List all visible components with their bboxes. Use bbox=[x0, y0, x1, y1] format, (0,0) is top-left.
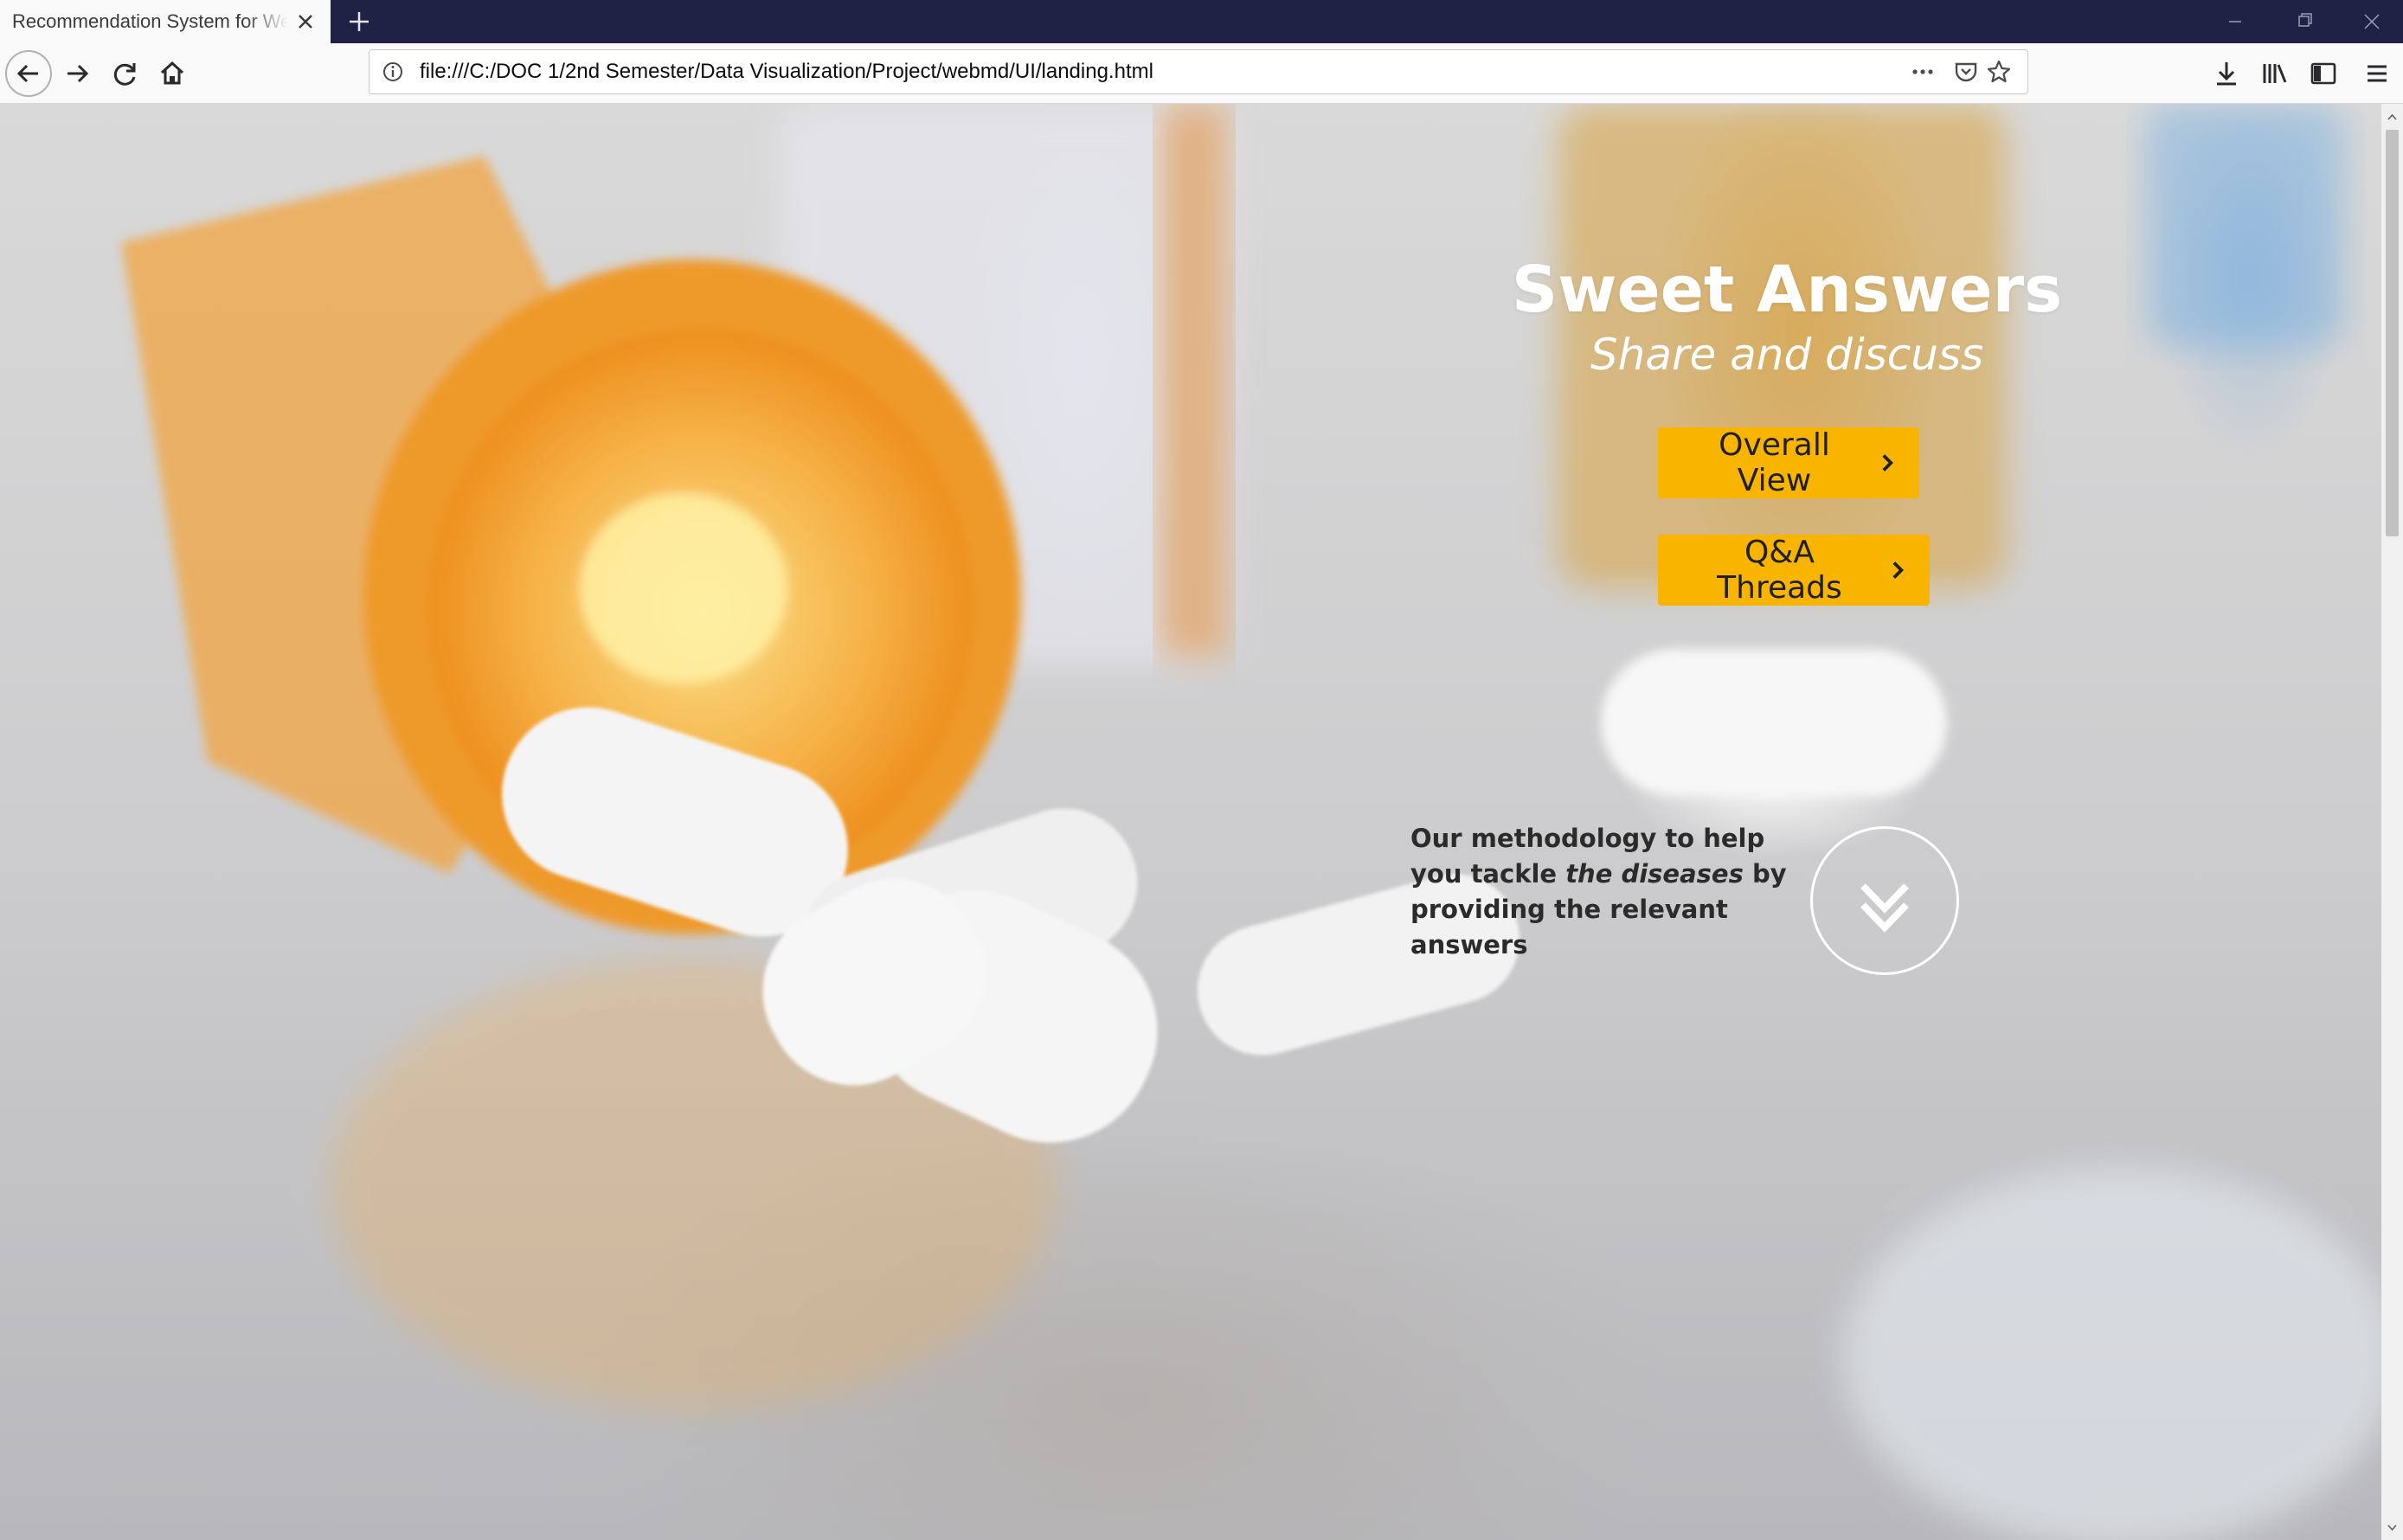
reload-icon[interactable] bbox=[104, 52, 147, 95]
star-icon[interactable] bbox=[1986, 59, 2012, 85]
pocket-icon[interactable] bbox=[1953, 59, 1979, 85]
plus-icon[interactable] bbox=[344, 7, 374, 36]
methodology-emphasis: the diseases bbox=[1565, 859, 1744, 889]
back-arrow-icon bbox=[16, 64, 38, 83]
qa-threads-button[interactable]: Q&A Threads bbox=[1658, 535, 1930, 606]
url-text[interactable]: file:///C:/DOC 1/2nd Semester/Data Visua… bbox=[420, 50, 1153, 93]
double-chevron-down-icon bbox=[1860, 883, 1909, 933]
page-subtitle: Share and discuss bbox=[1590, 330, 1984, 380]
page-title: Sweet Answers bbox=[1511, 253, 2063, 327]
scroll-down-arrow-icon[interactable] bbox=[2386, 1521, 2399, 1534]
close-icon[interactable] bbox=[294, 10, 317, 33]
scroll-up-arrow-icon[interactable] bbox=[2386, 111, 2399, 124]
hero-section: Sweet Answers Share and discuss Overall … bbox=[0, 104, 2381, 1540]
menu-icon[interactable] bbox=[2355, 52, 2399, 95]
tab-title: Recommendation System for WebMD bbox=[12, 10, 287, 32]
vertical-scrollbar[interactable] bbox=[2381, 104, 2403, 1540]
library-icon[interactable] bbox=[2253, 52, 2297, 95]
restore-icon[interactable] bbox=[2274, 5, 2335, 38]
home-icon[interactable] bbox=[151, 52, 194, 95]
sidebar-icon[interactable] bbox=[2302, 52, 2345, 95]
browser-tab[interactable]: Recommendation System for WebMD bbox=[0, 0, 331, 43]
scrollbar-thumb[interactable] bbox=[2386, 130, 2399, 536]
qa-threads-label: Q&A Threads bbox=[1717, 535, 1842, 606]
download-icon[interactable] bbox=[2205, 52, 2248, 95]
back-button[interactable] bbox=[5, 50, 52, 97]
chevron-right-icon bbox=[1892, 561, 1904, 579]
more-icon[interactable] bbox=[1910, 59, 1936, 85]
close-window-icon[interactable] bbox=[2342, 5, 2402, 38]
navigation-toolbar: file:///C:/DOC 1/2nd Semester/Data Visua… bbox=[0, 43, 2403, 104]
methodology-text: Our methodology to help you tackle the d… bbox=[1410, 821, 1791, 963]
overall-view-label: Overall View bbox=[1719, 427, 1830, 498]
info-icon[interactable] bbox=[382, 61, 404, 83]
tab-strip: Recommendation System for WebMD bbox=[0, 0, 2403, 43]
minimize-icon[interactable] bbox=[2205, 5, 2265, 38]
scroll-down-button[interactable] bbox=[1810, 826, 1959, 975]
chevron-right-icon bbox=[1882, 454, 1893, 472]
address-bar[interactable]: file:///C:/DOC 1/2nd Semester/Data Visua… bbox=[369, 49, 2028, 94]
overall-view-button[interactable]: Overall View bbox=[1658, 427, 1919, 498]
forward-arrow-icon[interactable] bbox=[55, 52, 99, 95]
